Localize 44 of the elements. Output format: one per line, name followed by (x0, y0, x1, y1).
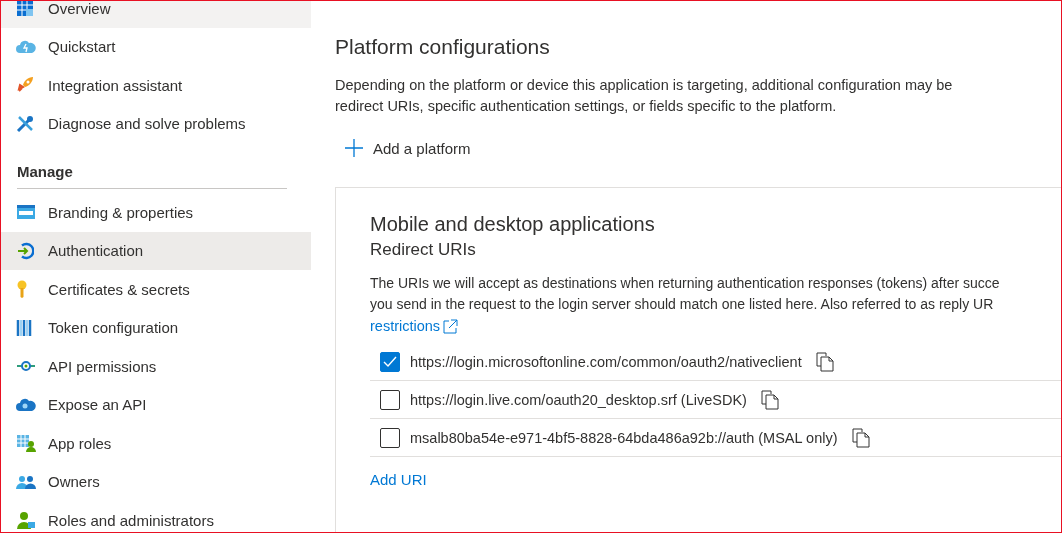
sidebar-item[interactable]: Integration assistant (1, 66, 311, 105)
key-icon (16, 280, 28, 299)
api-icon (16, 360, 36, 373)
copy-icon[interactable] (760, 389, 779, 410)
add-uri-link[interactable]: Add URI (370, 471, 427, 488)
redirect-uri-text: https://login.live.com/oauth20_desktop.srf (LiveSDK) (410, 391, 747, 408)
section-heading: Manage (16, 162, 74, 182)
checkbox[interactable] (380, 351, 400, 372)
cloud-gear-icon (16, 396, 36, 413)
sidebar-item[interactable]: Certificates & secrets (1, 270, 311, 309)
sidebar-item[interactable]: Quickstart (1, 27, 311, 66)
redirect-uri-text: https://login.microsoftonline.com/common/oauth2/nativeclient (410, 353, 802, 370)
sign-in-icon (16, 241, 34, 260)
sidebar-item[interactable]: Token configuration (1, 308, 311, 347)
page-title: Platform configurations (335, 35, 551, 59)
sidebar-item[interactable]: Diagnose and solve problems (1, 104, 311, 143)
bars-icon (16, 318, 32, 337)
people-icon (16, 473, 36, 490)
add-platform-button[interactable]: Add a platform (335, 131, 481, 165)
sidebar-item[interactable]: API permissions (1, 347, 311, 386)
person-icon (16, 511, 36, 530)
redirect-uri-text: msalb80ba54e-e971-4bf5-8828-64bda486a92b://auth (MSAL only) (410, 429, 838, 446)
sidebar-item[interactable]: App roles (1, 424, 311, 463)
browser-icon (16, 204, 36, 221)
restrictions-link[interactable]: restrictions (370, 315, 459, 337)
card-subtitle: Redirect URIs (370, 240, 477, 260)
sidebar-item[interactable]: Authentication (1, 231, 311, 270)
sidebar-item[interactable]: Expose an API (1, 385, 311, 424)
copy-icon[interactable] (815, 351, 834, 372)
description-text: Depending on the platform or device this application is targeting, additional configuration may be redirect URIs, specific authentication settings, or fields specific to the platform. (335, 76, 954, 116)
sidebar-item[interactable]: Overview (1, 1, 311, 28)
tools-icon (16, 114, 34, 133)
sidebar-item[interactable]: Branding & properties (1, 193, 311, 232)
sidebar-item[interactable]: Owners (1, 462, 311, 501)
external-link-icon (443, 318, 459, 334)
checkbox[interactable] (380, 389, 400, 410)
card-title: Mobile and desktop applications (370, 213, 656, 236)
cloud-icon (16, 38, 36, 55)
grid-person-icon (16, 434, 36, 453)
sidebar-item[interactable]: Roles and administrators (1, 501, 311, 532)
copy-icon[interactable] (851, 427, 870, 448)
checkbox[interactable] (380, 427, 400, 448)
description-text: The URIs we will accept as destinations when returning authentication responses (tokens) after succe you send in the request to the login server should match one listed here. Also referred to as reply UR (370, 274, 1001, 314)
plus-icon (345, 139, 363, 157)
